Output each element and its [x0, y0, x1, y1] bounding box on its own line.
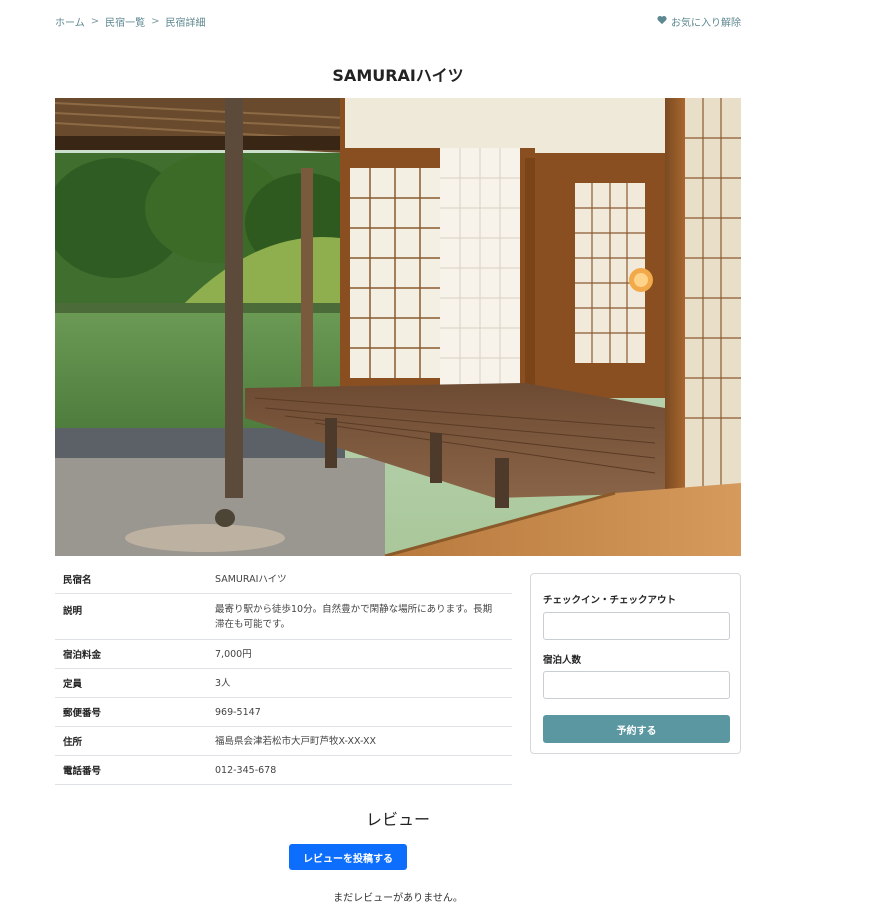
breadcrumb-separator: > — [151, 16, 160, 27]
details-row-description: 説明 最寄り駅から徒歩10分。自然豊かで閑静な場所にあります。長期滞在も可能です… — [55, 594, 512, 640]
details-label: 郵便番号 — [63, 708, 102, 719]
favorite-label: お気に入り解除 — [671, 18, 741, 29]
breadcrumb-list-link[interactable]: 民宿一覧 — [105, 14, 145, 29]
details-row-postal-code: 郵便番号 969-5147 — [55, 698, 512, 727]
details-value: 3人 — [215, 677, 231, 689]
guests-input[interactable] — [543, 671, 730, 699]
favorite-toggle[interactable]: お気に入り解除 — [657, 14, 741, 29]
top-bar: ホーム > 民宿一覧 > 民宿詳細 お気に入り解除 — [55, 14, 741, 30]
details-label: 説明 — [63, 606, 83, 617]
post-review-button[interactable]: レビューを投稿する — [289, 844, 407, 870]
heart-icon — [657, 15, 667, 28]
reservation-form: チェックイン・チェックアウト 宿泊人数 予約する — [530, 573, 741, 754]
details-value: 最寄り駅から徒歩10分。自然豊かで閑静な場所にあります。長期滞在も可能です。 — [215, 603, 493, 630]
details-label: 定員 — [63, 679, 83, 690]
details-row-address: 住所 福島県会津若松市大戸町芦牧X-XX-XX — [55, 727, 512, 756]
details-value: 7,000円 — [215, 648, 252, 660]
details-label: 民宿名 — [63, 575, 92, 586]
checkin-checkout-label: チェックイン・チェックアウト — [543, 595, 677, 606]
breadcrumb-current: 民宿詳細 — [165, 18, 206, 29]
details-row-capacity: 定員 3人 — [55, 669, 512, 698]
details-value: SAMURAIハイツ — [215, 573, 287, 585]
details-row-phone: 電話番号 012-345-678 — [55, 756, 512, 785]
details-row-price: 宿泊料金 7,000円 — [55, 640, 512, 669]
page-title: SAMURAIハイツ — [332, 66, 464, 85]
guests-label: 宿泊人数 — [543, 655, 582, 666]
details-label: 宿泊料金 — [63, 650, 102, 661]
details-value: 福島県会津若松市大戸町芦牧X-XX-XX — [215, 735, 377, 747]
breadcrumb-separator: > — [90, 16, 100, 27]
details-label: 住所 — [63, 737, 83, 748]
reserve-button[interactable]: 予約する — [543, 715, 730, 743]
reviews-heading: レビュー — [365, 810, 430, 829]
inn-photo — [55, 98, 741, 556]
breadcrumb-home-link[interactable]: ホーム — [55, 14, 85, 29]
details-label: 電話番号 — [63, 766, 102, 777]
checkin-checkout-input[interactable] — [543, 612, 730, 640]
details-value: 012-345-678 — [215, 764, 277, 776]
breadcrumb: ホーム > 民宿一覧 > 民宿詳細 — [55, 14, 205, 29]
details-row-name: 民宿名 SAMURAIハイツ — [55, 565, 512, 594]
no-reviews-message: まだレビューがありません。 — [333, 893, 463, 904]
details-value: 969-5147 — [215, 706, 261, 718]
inn-details-table: 民宿名 SAMURAIハイツ 説明 最寄り駅から徒歩10分。自然豊かで閑静な場所… — [55, 565, 512, 785]
